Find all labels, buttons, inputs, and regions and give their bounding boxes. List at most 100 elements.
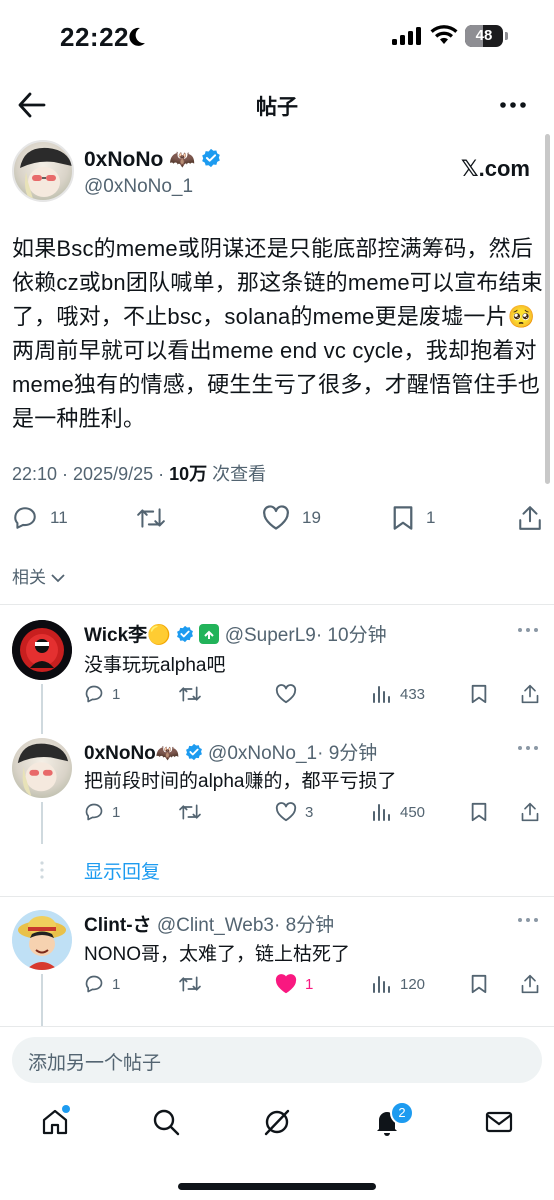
reply-count: 1 — [112, 803, 121, 821]
reply-button[interactable]: 1 — [84, 802, 120, 822]
reply-handle[interactable]: @0xNoNo_1 — [208, 743, 317, 764]
avatar-illustration-icon — [12, 620, 72, 680]
home-badge-dot — [62, 1105, 70, 1113]
reply-text: 没事玩玩alpha吧 — [84, 655, 226, 676]
retweet-button[interactable] — [136, 505, 178, 531]
reply-handle[interactable]: @Clint_Web3 — [157, 915, 274, 936]
search-icon — [153, 1109, 180, 1136]
composer-placeholder: 添加另一个帖子 — [28, 1053, 162, 1074]
reply-composer[interactable]: 添加另一个帖子 — [12, 1037, 542, 1083]
more-options-icon[interactable] — [518, 628, 538, 632]
more-options-icon[interactable] — [518, 746, 538, 750]
reply-header: 0xNoNo🦇 @0xNoNo_1· 9分钟 — [84, 738, 377, 765]
related-toggle[interactable]: 相关 — [12, 563, 65, 588]
reply-button[interactable]: 1 — [84, 974, 120, 994]
reply-icon — [85, 685, 103, 703]
thread-line — [41, 802, 43, 844]
wifi-icon — [430, 25, 458, 44]
retweet-icon — [179, 804, 201, 820]
author-avatar[interactable] — [12, 140, 74, 202]
battery-level: 48 — [475, 27, 493, 44]
share-button[interactable] — [520, 684, 548, 704]
tab-grok[interactable] — [262, 1107, 292, 1142]
reply-button[interactable]: 11 — [12, 505, 68, 531]
heart-filled-icon — [275, 974, 297, 994]
page-title: 帖子 — [256, 96, 298, 119]
thread-dots-icon — [40, 861, 44, 879]
tab-notifications[interactable]: 2 — [372, 1101, 414, 1142]
analytics-icon — [373, 686, 390, 703]
share-button[interactable] — [518, 505, 554, 531]
more-options-icon[interactable] — [518, 918, 538, 922]
retweet-button[interactable] — [178, 802, 210, 822]
show-replies-link[interactable]: 显示回复 — [84, 857, 160, 884]
source-label: 𝕏.com — [460, 156, 530, 181]
reply-author-name[interactable]: 0xNoNo — [84, 743, 156, 764]
emoji: 🟡 — [147, 625, 171, 646]
reply-actions: 1 433 — [84, 684, 544, 708]
author-name[interactable]: 0xNoNo 🦇 — [84, 148, 221, 172]
share-button[interactable] — [520, 974, 548, 994]
retweet-button[interactable] — [178, 974, 210, 994]
battery-indicator: 48 — [465, 25, 503, 47]
reply-header: Clint-さ @Clint_Web3· 8分钟 — [84, 910, 334, 937]
tab-search[interactable] — [151, 1107, 181, 1142]
verified-badge-icon — [202, 148, 221, 168]
like-button[interactable] — [275, 684, 305, 704]
share-icon — [521, 802, 539, 822]
tab-home[interactable] — [40, 1105, 70, 1142]
reply-avatar[interactable] — [12, 910, 72, 970]
more-options-icon[interactable] — [500, 102, 526, 108]
notifications-badge: 2 — [390, 1101, 414, 1125]
share-icon — [521, 684, 539, 704]
bookmark-button[interactable]: 1 — [392, 505, 435, 531]
bookmark-icon — [471, 974, 487, 994]
view-count: 10万 — [169, 464, 208, 484]
reply-icon — [85, 803, 103, 821]
nav-bar: 帖子 — [0, 76, 554, 134]
retweet-button[interactable] — [178, 684, 210, 704]
views-button[interactable]: 450 — [372, 802, 425, 822]
verified-badge-icon — [177, 625, 194, 643]
bookmark-icon — [471, 802, 487, 822]
battery-tip — [505, 32, 508, 40]
reply-author-name[interactable]: Clint-さ — [84, 915, 152, 936]
reply-handle[interactable]: @SuperL9 — [225, 625, 316, 646]
heart-icon — [263, 505, 289, 530]
like-button[interactable]: 19 — [262, 505, 321, 531]
author-name-text: 0xNoNo — [84, 148, 164, 171]
share-button[interactable] — [520, 802, 548, 822]
share-icon — [521, 974, 539, 994]
reply-avatar[interactable] — [12, 738, 72, 798]
divider — [0, 604, 554, 605]
author-handle[interactable]: @0xNoNo_1 — [84, 176, 193, 198]
reply-avatar[interactable] — [12, 620, 72, 680]
reply-time: · 9分钟 — [317, 743, 378, 764]
retweet-icon — [179, 976, 201, 992]
tab-messages[interactable] — [484, 1107, 514, 1142]
bookmark-button[interactable] — [470, 974, 496, 994]
like-button-active[interactable]: 1 — [275, 974, 313, 994]
mail-icon — [485, 1111, 513, 1133]
like-button[interactable]: 3 — [275, 802, 313, 822]
status-time: 22:22 — [60, 22, 129, 52]
reply-icon — [85, 975, 103, 993]
retweet-icon — [137, 508, 165, 528]
post-timestamp[interactable]: 22:10 · 2025/9/25 · — [12, 464, 169, 484]
bat-emoji: 🦇 — [169, 148, 196, 171]
view-count: 433 — [400, 685, 426, 703]
reply-author-name[interactable]: Wick李 — [84, 625, 147, 646]
bookmark-button[interactable] — [470, 802, 496, 822]
views-button[interactable]: 433 — [372, 684, 425, 704]
grok-icon — [264, 1109, 290, 1136]
view-count-label: 次查看 — [207, 464, 267, 484]
avatar-illustration-icon — [12, 910, 72, 970]
like-count: 3 — [305, 803, 314, 821]
reply-button[interactable]: 1 — [84, 684, 120, 704]
reply-header: Wick李🟡 @SuperL9· 10分钟 — [84, 620, 387, 647]
reply-icon — [14, 507, 36, 529]
views-button[interactable]: 120 — [372, 974, 425, 994]
reply-count: 1 — [112, 685, 121, 703]
bookmark-button[interactable] — [470, 684, 496, 704]
reply-text: 把前段时间的alpha赚的，都平亏损了 — [84, 771, 397, 792]
